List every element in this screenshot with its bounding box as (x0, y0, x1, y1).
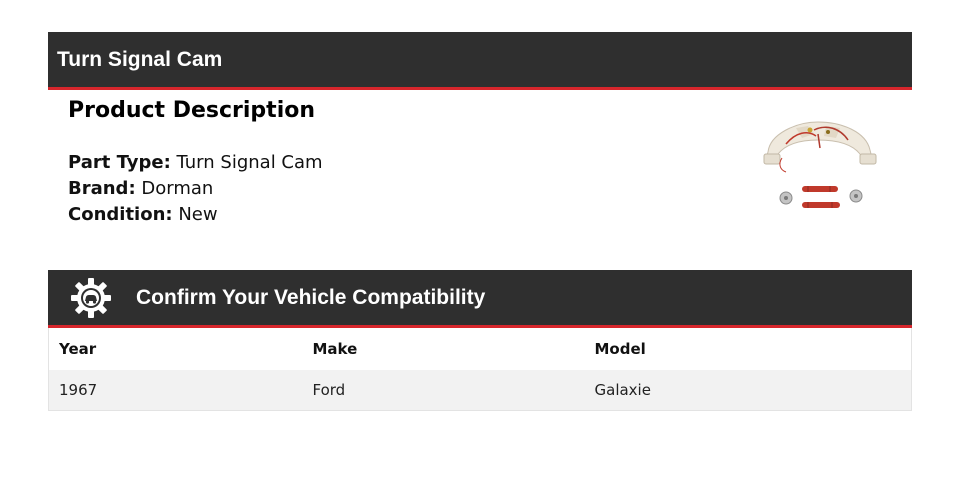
cell-model: Galaxie (584, 370, 912, 410)
column-header-model: Model (594, 340, 646, 358)
page-title: Turn Signal Cam (57, 47, 223, 71)
compatibility-table: Year Make Model 1967 Ford Galaxie (48, 328, 912, 411)
spec-part-type: Part Type: Turn Signal Cam (68, 150, 323, 176)
table-row: 1967 Ford Galaxie (48, 370, 912, 410)
cell-year: 1967 (48, 370, 303, 410)
table-header-row: Year Make Model (49, 328, 912, 370)
product-page: Turn Signal Cam Product Description Part… (48, 32, 912, 411)
product-image[interactable] (756, 114, 886, 214)
spec-condition: Condition: New (68, 202, 323, 228)
cell-make: Ford (302, 370, 585, 410)
spec-value: Dorman (141, 178, 214, 199)
spec-brand: Brand: Dorman (68, 176, 323, 202)
description-heading: Product Description (68, 98, 316, 123)
spec-list: Part Type: Turn Signal Cam Brand: Dorman… (68, 150, 323, 228)
compatibility-heading: Confirm Your Vehicle Compatibility (136, 285, 486, 309)
column-header-make: Make (312, 340, 358, 358)
product-description-section: Product Description Part Type: Turn Sign… (48, 90, 912, 270)
spec-value: Turn Signal Cam (176, 152, 323, 173)
column-header-year: Year (59, 340, 97, 358)
compatibility-bar: Confirm Your Vehicle Compatibility (48, 270, 912, 328)
gear-car-icon (71, 277, 111, 318)
spec-label: Brand: (68, 178, 136, 199)
title-bar: Turn Signal Cam (48, 32, 912, 90)
spec-value: New (178, 204, 218, 225)
spec-label: Condition: (68, 204, 173, 225)
spec-label: Part Type: (68, 152, 171, 173)
